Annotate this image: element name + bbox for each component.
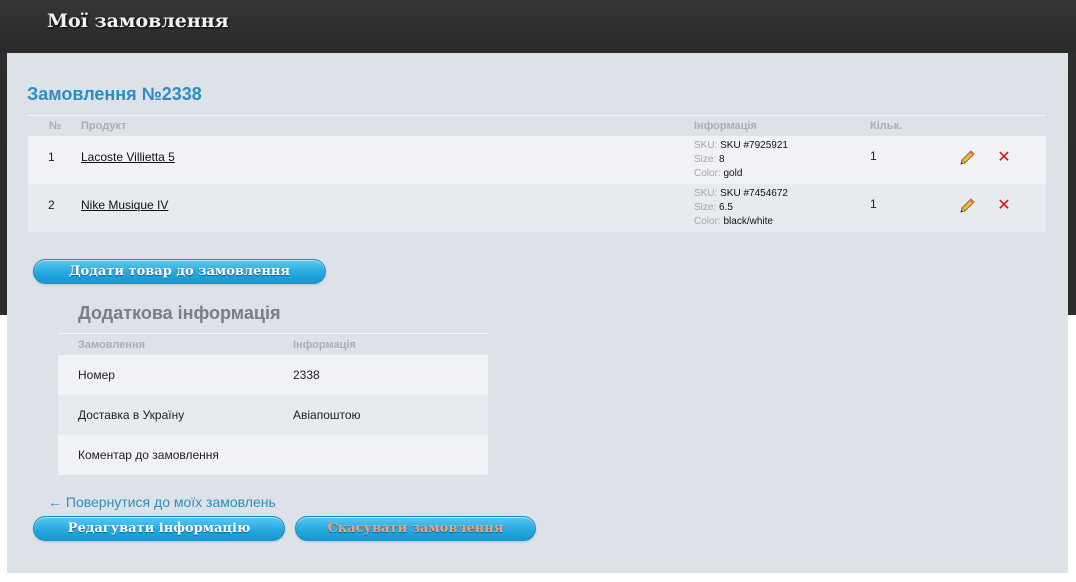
table-row: 2 Nike Musique IV SKU: SKU #7454672 Size…	[28, 184, 1046, 232]
add-item-button[interactable]: Додати товар до замовлення	[33, 259, 326, 284]
color-label: Color:	[694, 216, 721, 227]
sku-value: SKU #7925921	[720, 140, 788, 151]
info-row-delivery: Доставка в Україну Авіапоштою	[58, 395, 488, 435]
quantity: 1	[870, 149, 877, 163]
cancel-order-button[interactable]: Скасувати замовлення	[295, 516, 536, 541]
order-panel: Замовлення №2338 № Продукт Інформація Кі…	[7, 53, 1068, 573]
sku-value: SKU #7454672	[720, 188, 788, 199]
product-info: SKU: SKU #7925921 Size: 8 Color: gold	[694, 139, 788, 181]
row-number: 1	[48, 150, 55, 164]
info-row-number: Номер 2338	[58, 355, 488, 395]
color-value: gold	[723, 168, 743, 179]
col-header-order: Замовлення	[78, 339, 146, 351]
divider	[58, 333, 488, 334]
info-label: Коментар до замовлення	[78, 448, 219, 462]
product-link[interactable]: Lacoste Villietta 5	[81, 150, 175, 164]
pencil-icon[interactable]	[958, 149, 976, 167]
info-value: Авіапоштою	[293, 408, 361, 422]
col-header-info: Інформація	[293, 339, 356, 351]
product-link[interactable]: Nike Musique IV	[81, 198, 168, 212]
top-bar: Мої замовлення	[0, 0, 1076, 52]
page-title: Мої замовлення	[47, 10, 229, 32]
pencil-icon[interactable]	[958, 197, 976, 215]
size-value: 8	[719, 154, 725, 165]
info-label: Номер	[78, 368, 115, 382]
info-label: Доставка в Україну	[78, 408, 185, 422]
table-row: 1 Lacoste Villietta 5 SKU: SKU #7925921 …	[28, 136, 1046, 184]
order-title: Замовлення №2338	[27, 84, 202, 104]
edit-info-button[interactable]: Редагувати інформацію	[33, 516, 285, 541]
quantity: 1	[870, 197, 877, 211]
info-row-comment: Коментар до замовлення	[58, 435, 488, 475]
close-icon[interactable]: ✕	[996, 149, 1012, 167]
sku-label: SKU:	[694, 140, 718, 151]
close-icon[interactable]: ✕	[996, 197, 1012, 215]
back-to-orders-link[interactable]: ← Повернутися до моїх замовлень	[48, 494, 276, 510]
color-label: Color:	[694, 168, 721, 179]
info-value: 2338	[293, 368, 320, 382]
color-value: black/white	[723, 216, 773, 227]
divider	[28, 115, 1046, 116]
size-value: 6.5	[719, 202, 733, 213]
col-header-qty: Кільк.	[870, 120, 903, 132]
col-header-product: Продукт	[81, 120, 127, 132]
sku-label: SKU:	[694, 188, 718, 199]
additional-info-title: Додаткова інформація	[78, 303, 281, 323]
col-header-info: Інформація	[694, 120, 757, 132]
row-number: 2	[48, 198, 55, 212]
size-label: Size:	[694, 154, 717, 165]
col-header-num: №	[49, 120, 62, 132]
size-label: Size:	[694, 202, 717, 213]
product-info: SKU: SKU #7454672 Size: 6.5 Color: black…	[694, 187, 788, 229]
